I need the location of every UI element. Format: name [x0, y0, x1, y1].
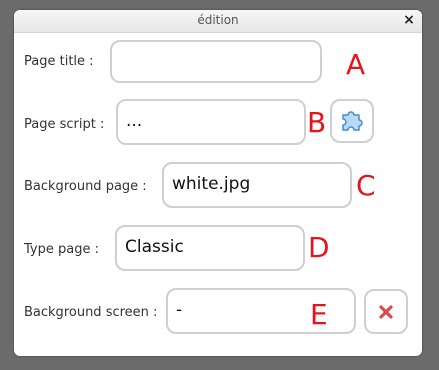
dialog-title: édition	[197, 13, 239, 27]
marker-e: E	[310, 298, 328, 331]
marker-b: B	[307, 106, 327, 139]
background-screen-label: Background screen :	[24, 305, 158, 320]
marker-c: C	[356, 169, 376, 202]
close-button[interactable]: ×	[401, 12, 417, 28]
dialog-titlebar[interactable]: édition ×	[14, 10, 422, 33]
page-script-label: Page script :	[24, 117, 105, 132]
type-page-input[interactable]: Classic	[115, 225, 305, 271]
page-title-input[interactable]	[110, 40, 322, 83]
puzzle-icon	[342, 111, 363, 131]
background-page-label: Background page :	[24, 179, 147, 194]
page-script-input[interactable]: ...	[116, 99, 306, 145]
background-page-input[interactable]: white.jpg	[162, 162, 352, 208]
script-edit-button[interactable]	[330, 99, 374, 143]
type-page-label: Type page :	[24, 242, 99, 257]
clear-icon	[379, 304, 393, 319]
marker-d: D	[308, 231, 330, 264]
page-title-label: Page title :	[24, 54, 94, 69]
clear-background-button[interactable]	[364, 289, 408, 334]
marker-a: A	[346, 48, 366, 81]
edition-dialog: édition × Page title : A Page script : .…	[14, 10, 422, 356]
